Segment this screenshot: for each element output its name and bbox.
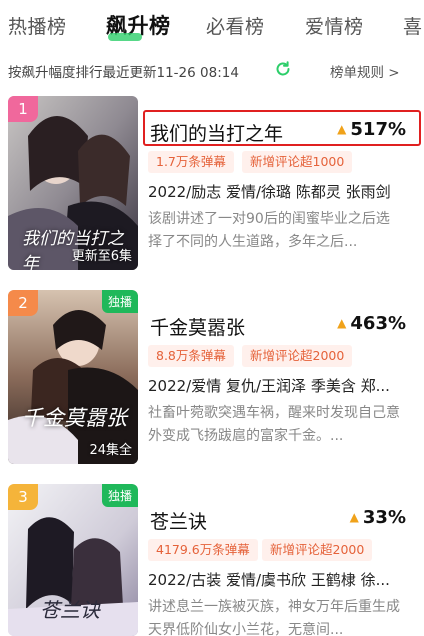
rank-badge: 1 <box>8 96 38 122</box>
new-comments-tag: 新增评论超2000 <box>242 345 353 367</box>
exclusive-badge: 独播 <box>101 290 138 313</box>
poster-image: 我们的当打之年 更新至6集 <box>8 96 138 270</box>
highlight-box <box>143 110 421 146</box>
new-comments-tag: 新增评论超1000 <box>242 151 353 173</box>
show-description: 社畜叶菀歌突遇车祸，醒来时发现自己意外变成飞扬跋扈的富家千金。... <box>148 405 400 444</box>
show-description: 讲述息兰一族被灭族，神女万年后重生成天界低阶仙女小兰花，无意间... <box>148 599 400 636</box>
list-item[interactable]: 苍兰诀 独播 3 苍兰诀 ▲ 33% 4179.6万条弹幕 新增评论超2000 2… <box>0 484 424 636</box>
danmaku-count-tag: 4179.6万条弹幕 <box>148 539 258 561</box>
new-comments-tag: 新增评论超2000 <box>262 539 373 561</box>
show-title[interactable]: 千金莫嚣张 <box>150 313 245 340</box>
list-item[interactable]: 千金莫嚣张 独播 24集全 2 千金莫嚣张 ▲ 463% 8.8万条弹幕 新增评论… <box>0 290 424 470</box>
rank-badge: 3 <box>8 484 38 510</box>
refresh-icon[interactable] <box>274 60 292 78</box>
show-meta: 2022/古装 爱情/虞书欣 王鹤棣 徐... <box>148 571 390 589</box>
growth-rate: ▲ 33% <box>350 507 406 528</box>
list-subheader: 按飙升幅度排行最近更新11-26 08:14 榜单规则 > <box>0 56 424 84</box>
growth-value: 33% <box>362 507 406 528</box>
growth-arrow-icon: ▲ <box>349 510 359 524</box>
active-tab-indicator <box>108 33 142 41</box>
growth-arrow-icon: ▲ <box>337 316 347 330</box>
show-description: 该剧讲述了一对90后的闺蜜毕业之后选择了不同的人生道路，多年之后... <box>148 211 390 250</box>
ranking-tabs: 热播榜 飙升榜 必看榜 爱情榜 喜 <box>0 0 424 50</box>
exclusive-badge: 独播 <box>101 484 138 507</box>
episode-status: 24集全 <box>89 443 132 458</box>
show-title[interactable]: 苍兰诀 <box>150 507 207 534</box>
ranking-rules-link[interactable]: 榜单规则 > <box>330 61 400 81</box>
tab-comedy-partial[interactable]: 喜 <box>403 12 423 39</box>
poster-image: 千金莫嚣张 独播 24集全 <box>8 290 138 464</box>
show-meta: 2022/爱情 复仇/王润泽 季美含 郑... <box>148 377 390 395</box>
poster-title: 苍兰诀 <box>40 598 100 622</box>
tab-romance[interactable]: 爱情榜 <box>305 12 364 39</box>
show-meta: 2022/励志 爱情/徐璐 陈都灵 张雨剑 <box>148 183 391 201</box>
danmaku-count-tag: 8.8万条弹幕 <box>148 345 234 367</box>
poster-title: 千金莫嚣张 <box>22 406 127 430</box>
episode-status: 更新至6集 <box>71 249 132 264</box>
tab-must-watch[interactable]: 必看榜 <box>206 12 265 39</box>
update-time-text: 按飙升幅度排行最近更新11-26 08:14 <box>8 65 239 81</box>
rank-badge: 2 <box>8 290 38 316</box>
tab-hot[interactable]: 热播榜 <box>8 12 67 39</box>
danmaku-count-tag: 1.7万条弹幕 <box>148 151 234 173</box>
growth-value: 463% <box>350 313 406 334</box>
growth-rate: ▲ 463% <box>337 313 406 334</box>
